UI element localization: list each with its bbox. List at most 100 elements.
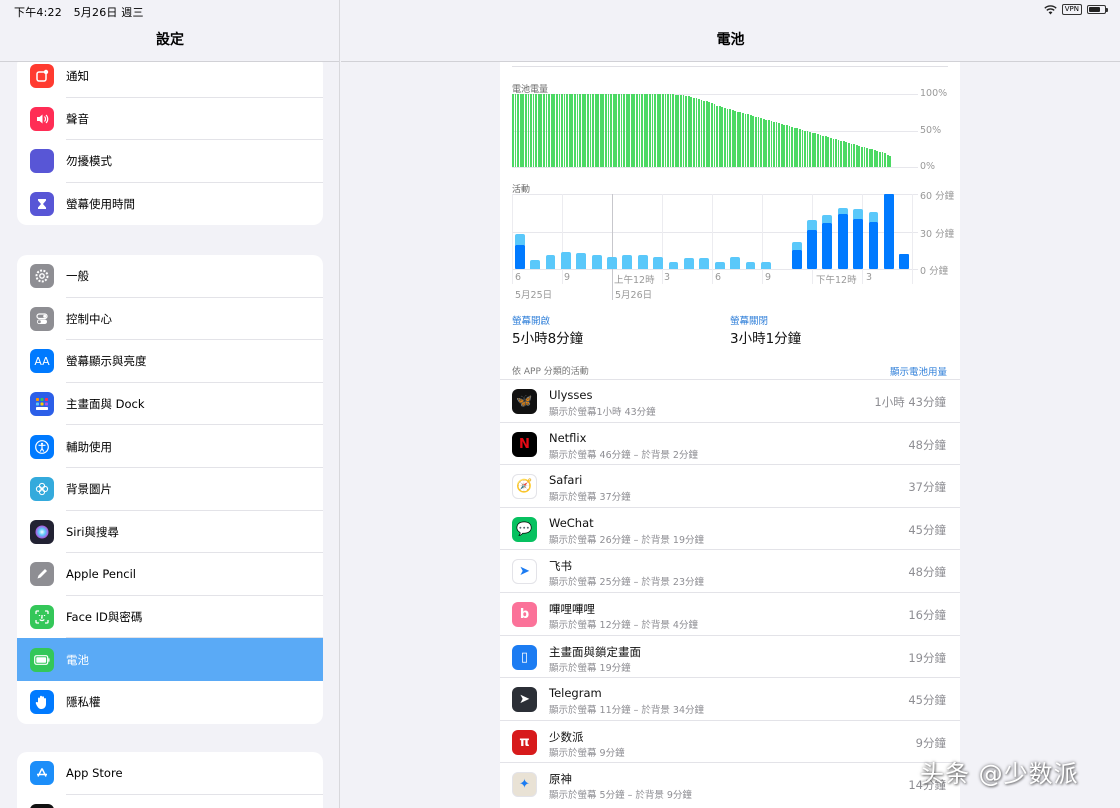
battery-level-bar xyxy=(682,95,685,167)
sidebar-item-gear[interactable]: 一般 xyxy=(17,255,323,298)
sidebar-item-battery[interactable]: 電池 xyxy=(17,638,323,681)
battery-level-bar xyxy=(512,94,514,167)
battery-chart-y-tick: 100% xyxy=(920,88,948,99)
app-activity-row[interactable]: N Netflix 顯示於螢幕 46分鐘 – 於背景 2分鐘 48分鐘 xyxy=(500,421,960,465)
activity-bar-screen-on xyxy=(868,221,879,269)
battery-level-bar xyxy=(581,94,584,167)
sidebar-item-label: 背景圖片 xyxy=(66,482,112,497)
sidebar-item-label: Face ID與密碼 xyxy=(66,610,143,625)
sidebar-item-faceid[interactable]: Face ID與密碼 xyxy=(17,596,323,639)
sidebar-item-label: 隱私權 xyxy=(66,695,101,710)
battery-level-bar xyxy=(752,115,755,167)
battery-level-bar xyxy=(568,94,571,167)
battery-level-bar xyxy=(829,137,832,167)
sidebar-item-hourglass[interactable]: 螢幕使用時間 xyxy=(17,183,323,226)
battery-level-bar xyxy=(822,135,824,167)
battery-level-bar xyxy=(674,94,677,167)
battery-level-bar xyxy=(592,94,594,167)
battery-level-bar xyxy=(545,94,548,167)
sspai-icon: π xyxy=(512,729,537,755)
battery-level-bar xyxy=(868,148,871,167)
battery-level-bar xyxy=(871,149,874,167)
battery-level-bar xyxy=(749,115,752,167)
battery-level-bar xyxy=(656,94,659,167)
app-activity-row[interactable]: 🧭 Safari 顯示於螢幕 37分鐘 37分鐘 xyxy=(500,464,960,507)
activity-bar-screen-off xyxy=(622,255,633,269)
battery-level-bar xyxy=(889,156,892,167)
battery-level-bar xyxy=(610,94,612,167)
app-usage-detail: 顯示於螢幕 5分鐘 – 於背景 9分鐘 xyxy=(549,790,692,802)
battery-level-bar xyxy=(819,134,822,167)
sidebar-item-label: App Store xyxy=(66,766,123,781)
battery-level-bar xyxy=(770,121,773,167)
divider xyxy=(512,66,948,67)
activity-bar-screen-off xyxy=(822,215,833,223)
battery-level-bar xyxy=(571,94,574,167)
activity-bar-screen-off xyxy=(730,256,740,269)
battery-level-bar xyxy=(842,141,845,167)
activity-bar-screen-off xyxy=(837,207,848,214)
app-name: 少数派 xyxy=(549,729,584,744)
battery-level-bar xyxy=(775,122,778,167)
app-name: Netflix xyxy=(549,430,587,445)
battery-level-bar xyxy=(736,111,739,167)
app-activity-row[interactable]: ➤ 飞书 顯示於螢幕 25分鐘 – 於背景 23分鐘 48分鐘 xyxy=(500,549,960,592)
home-grid-icon xyxy=(30,392,54,417)
activity-chart-x-tick: 9 xyxy=(765,272,772,283)
activity-bar-screen-on xyxy=(807,230,817,269)
app-usage-detail: 顯示於螢幕 26分鐘 – 於背景 19分鐘 xyxy=(549,534,705,546)
battery-level-bar xyxy=(804,130,806,167)
battery-level-bar xyxy=(561,94,563,167)
app-name: Safari xyxy=(549,473,583,488)
app-activity-row[interactable]: ▯ 主畫面與鎖定畫面 顯示於螢幕 19分鐘 19分鐘 xyxy=(500,634,960,678)
battery-level-bar xyxy=(858,145,861,167)
battery-level-bar xyxy=(884,153,887,167)
activity-chart-gridline xyxy=(512,194,918,195)
battery-level-bar xyxy=(584,94,587,167)
show-battery-usage-link[interactable]: 顯示電池用量 xyxy=(890,364,947,378)
battery-level-bar xyxy=(778,123,781,167)
sidebar-item-home-grid[interactable]: 主畫面與 Dock xyxy=(17,383,323,426)
battery-level-bar xyxy=(530,94,532,167)
app-activity-row[interactable]: b 嗶哩嗶哩 顯示於螢幕 12分鐘 – 於背景 4分鐘 16分鐘 xyxy=(500,591,960,635)
battery-level-bar xyxy=(535,94,538,167)
app-activity-row[interactable]: π 少数派 顯示於螢幕 9分鐘 9分鐘 xyxy=(500,719,960,763)
battery-level-bar xyxy=(695,98,698,167)
battery-level-bar xyxy=(827,137,830,167)
app-activity-row[interactable]: 🦋 Ulysses 顯示於螢幕1小時 43分鐘 1小時 43分鐘 xyxy=(500,379,960,422)
activity-bar-screen-off xyxy=(853,209,864,219)
battery-level-bar xyxy=(659,94,662,167)
app-activity-row[interactable]: ➤ Telegram 顯示於螢幕 11分鐘 – 於背景 34分鐘 45分鐘 xyxy=(500,677,960,720)
battery-level-bar xyxy=(837,139,840,167)
status-time-date: 下午4:22 5月26日 週三 xyxy=(14,4,152,20)
activity-chart-vline xyxy=(562,194,563,284)
sidebar-title: 設定 xyxy=(0,22,339,62)
sidebar-item-toggles[interactable]: 控制中心 xyxy=(17,298,323,341)
app-usage-time: 48分鐘 xyxy=(908,565,946,580)
battery-level-bar xyxy=(879,151,881,167)
sidebar-item-wallpaper[interactable]: 背景圖片 xyxy=(17,468,323,511)
sidebar-item-siri[interactable]: Siri與搜尋 xyxy=(17,511,323,554)
sidebar-item-moon[interactable]: 勿擾模式 xyxy=(17,140,323,183)
battery-level-bar xyxy=(543,94,545,167)
app-activity-row[interactable]: ✦ 原神 顯示於螢幕 5分鐘 – 於背景 9分鐘 14分鐘 xyxy=(500,762,960,805)
activity-chart-vline xyxy=(762,194,763,284)
sidebar-item-hand[interactable]: 隱私權 xyxy=(17,681,323,724)
sidebar-item-appstore[interactable]: App Store xyxy=(17,752,323,795)
status-battery-fill xyxy=(1089,7,1100,12)
accessibility-icon xyxy=(30,434,54,459)
app-activity-row[interactable]: 💬 WeChat 顯示於螢幕 26分鐘 – 於背景 19分鐘 45分鐘 xyxy=(500,506,960,550)
activity-bar-screen-off xyxy=(576,252,587,269)
sidebar-item-label: Siri與搜尋 xyxy=(66,524,119,539)
sidebar-item-wallet[interactable] xyxy=(17,795,323,808)
sidebar-item-display[interactable]: AA 螢幕顯示與亮度 xyxy=(17,340,323,383)
battery-level-bar xyxy=(754,116,757,167)
sidebar-item-accessibility[interactable]: 輔助使用 xyxy=(17,425,323,468)
sidebar-item-sound[interactable]: 聲音 xyxy=(17,98,323,141)
sidebar-item-pencil[interactable]: Apple Pencil xyxy=(17,553,323,596)
homescreen-icon: ▯ xyxy=(512,644,537,670)
ulysses-icon: 🦋 xyxy=(512,389,537,414)
battery-level-bar xyxy=(716,105,718,167)
siri-icon xyxy=(30,519,54,544)
activity-bar-screen-on xyxy=(837,214,848,269)
